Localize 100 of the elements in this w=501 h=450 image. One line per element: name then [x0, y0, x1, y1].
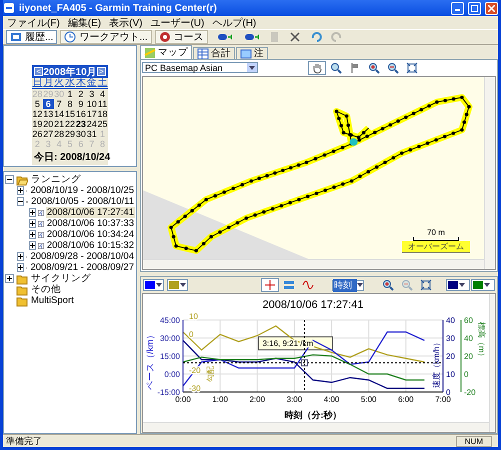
minimize-button[interactable]	[451, 2, 464, 14]
tab[interactable]: 注	[236, 47, 268, 59]
calendar-day[interactable]: 20	[42, 119, 54, 129]
view-button[interactable]: 履歴...	[6, 30, 58, 44]
close-button[interactable]	[485, 2, 498, 14]
x-axis-dropdown[interactable]: 時刻	[332, 280, 364, 290]
expand-button[interactable]	[29, 241, 36, 250]
menu-item[interactable]: ヘルプ(H)	[212, 16, 256, 30]
calendar-day[interactable]: 31	[86, 129, 98, 139]
expand-button[interactable]	[17, 252, 24, 261]
elevation-tick-label: 40	[464, 334, 473, 343]
elevation-tick-label: 0	[464, 370, 468, 379]
calendar-day[interactable]: 11	[97, 99, 108, 109]
plus-icon	[18, 254, 23, 259]
calendar-day[interactable]: 9	[75, 99, 86, 109]
tree-item[interactable]: 2008/09/28 - 2008/10/04	[29, 251, 135, 262]
calendar-day[interactable]: 18	[97, 109, 108, 119]
scale-label: 70 m	[427, 228, 445, 237]
bands-icon	[283, 279, 295, 291]
x-tick-label: 7:00	[435, 395, 451, 404]
tree-item[interactable]: 2008/10/19 - 2008/10/25	[29, 185, 135, 196]
calendar-day[interactable]: 29	[64, 129, 76, 139]
calendar-day[interactable]: 30	[75, 129, 86, 139]
color-picker[interactable]	[143, 279, 164, 291]
tree-item[interactable]: 2008/10/06 10:37:33	[46, 218, 135, 229]
tree-item[interactable]: ランニング	[30, 173, 82, 186]
tree-item[interactable]: 2008/10/06 17:27:41	[46, 207, 135, 218]
axis-label: 速度（km/h）	[432, 338, 441, 388]
calendar-day[interactable]: 28	[54, 129, 65, 139]
calendar-day[interactable]: 8	[64, 99, 76, 109]
color-picker[interactable]	[471, 279, 495, 291]
calendar-day[interactable]: 17	[86, 109, 98, 119]
expand-button[interactable]	[29, 208, 36, 217]
expand-button[interactable]	[17, 186, 24, 195]
basemap-dropdown[interactable]: PC Basemap Asian	[142, 62, 258, 73]
calendar-day[interactable]: 25	[97, 119, 108, 129]
calendar-day[interactable]: 22	[64, 119, 76, 129]
calendar-day[interactable]: 6	[42, 99, 54, 109]
x-tick-label: 5:00	[360, 395, 376, 404]
tree-item[interactable]: 2008/10/06 10:34:24	[46, 229, 135, 240]
calendar-day[interactable]: 16	[75, 109, 86, 119]
today-link[interactable]: 今日: 2008/10/24	[32, 149, 108, 165]
tree-item[interactable]: 2008/10/05 - 2008/10/11	[30, 196, 135, 207]
expand-button[interactable]	[29, 230, 36, 239]
menu-item[interactable]: 表示(V)	[109, 16, 142, 30]
horizontal-scrollbar[interactable]	[143, 422, 489, 432]
tree-item[interactable]: 2008/09/21 - 2008/09/27	[29, 262, 135, 273]
maximize-button[interactable]	[468, 2, 481, 14]
calendar-day[interactable]: 21	[54, 119, 65, 129]
calendar-day[interactable]: 4	[97, 89, 108, 99]
calendar-day[interactable]: 2	[75, 89, 86, 99]
calendar-day[interactable]: 3	[86, 89, 98, 99]
color-picker[interactable]	[446, 279, 470, 291]
calendar-day[interactable]: 1	[64, 89, 76, 99]
calendar-day[interactable]: 14	[54, 109, 65, 119]
calendar-day[interactable]: 5	[32, 99, 43, 109]
menu-item[interactable]: ファイル(F)	[7, 16, 60, 30]
view-button[interactable]: ワークアウト...	[60, 30, 152, 44]
menu-item[interactable]: 編集(E)	[68, 16, 102, 30]
menu-item[interactable]: ユーザー(U)	[150, 16, 204, 30]
view-button[interactable]: コース	[154, 30, 208, 44]
calendar-day[interactable]: 13	[42, 109, 54, 119]
calendar-day[interactable]: 12	[32, 109, 43, 119]
tab[interactable]: マップ	[140, 45, 192, 59]
tree-item[interactable]: MultiSport	[30, 295, 75, 306]
tree-item[interactable]: その他	[30, 283, 62, 296]
calendar-day[interactable]: 24	[86, 119, 98, 129]
status-text: 準備完了	[6, 434, 42, 448]
calendar-day[interactable]: 23	[75, 119, 86, 129]
calendar-day[interactable]: 7	[54, 99, 65, 109]
expand-button[interactable]	[29, 219, 36, 228]
x-tick-label: 4:00	[324, 395, 340, 404]
calendar-day[interactable]: 27	[42, 129, 54, 139]
vertical-scrollbar[interactable]	[489, 294, 495, 432]
tree-item[interactable]: サイクリング	[30, 272, 92, 285]
horizontal-scrollbar[interactable]	[143, 259, 484, 269]
vertical-scrollbar[interactable]	[484, 77, 495, 269]
calendar-day[interactable]: 26	[32, 129, 43, 139]
chart-title: 2008/10/06 17:27:41	[262, 299, 364, 311]
undo-icon	[310, 31, 322, 43]
plus-icon	[18, 265, 23, 270]
axis-label: ペース（/km）	[145, 330, 155, 390]
color-picker[interactable]	[167, 279, 188, 291]
dropdown-arrow-icon	[156, 283, 162, 287]
calendar-day[interactable]: 10	[86, 99, 98, 109]
expand-button[interactable]	[17, 263, 24, 272]
dropdown-arrow-icon	[249, 66, 255, 70]
expand-button[interactable]	[5, 274, 14, 283]
tab[interactable]: 合計	[193, 47, 235, 59]
collapse-button[interactable]	[17, 197, 24, 206]
fit-icon	[420, 279, 432, 291]
calendar-day[interactable]: 15	[64, 109, 76, 119]
collapse-button[interactable]	[5, 175, 14, 184]
crosshair-button[interactable]	[261, 278, 279, 292]
pan-button[interactable]	[308, 60, 326, 74]
tree-item[interactable]: 2008/10/06 10:15:32	[46, 240, 135, 251]
axis-label: 標高（m）	[477, 322, 486, 361]
calendar-day[interactable]: 19	[32, 119, 43, 129]
grade-tick-label: 0	[189, 330, 194, 339]
overzoom-label: オーバーズーム	[402, 241, 470, 253]
